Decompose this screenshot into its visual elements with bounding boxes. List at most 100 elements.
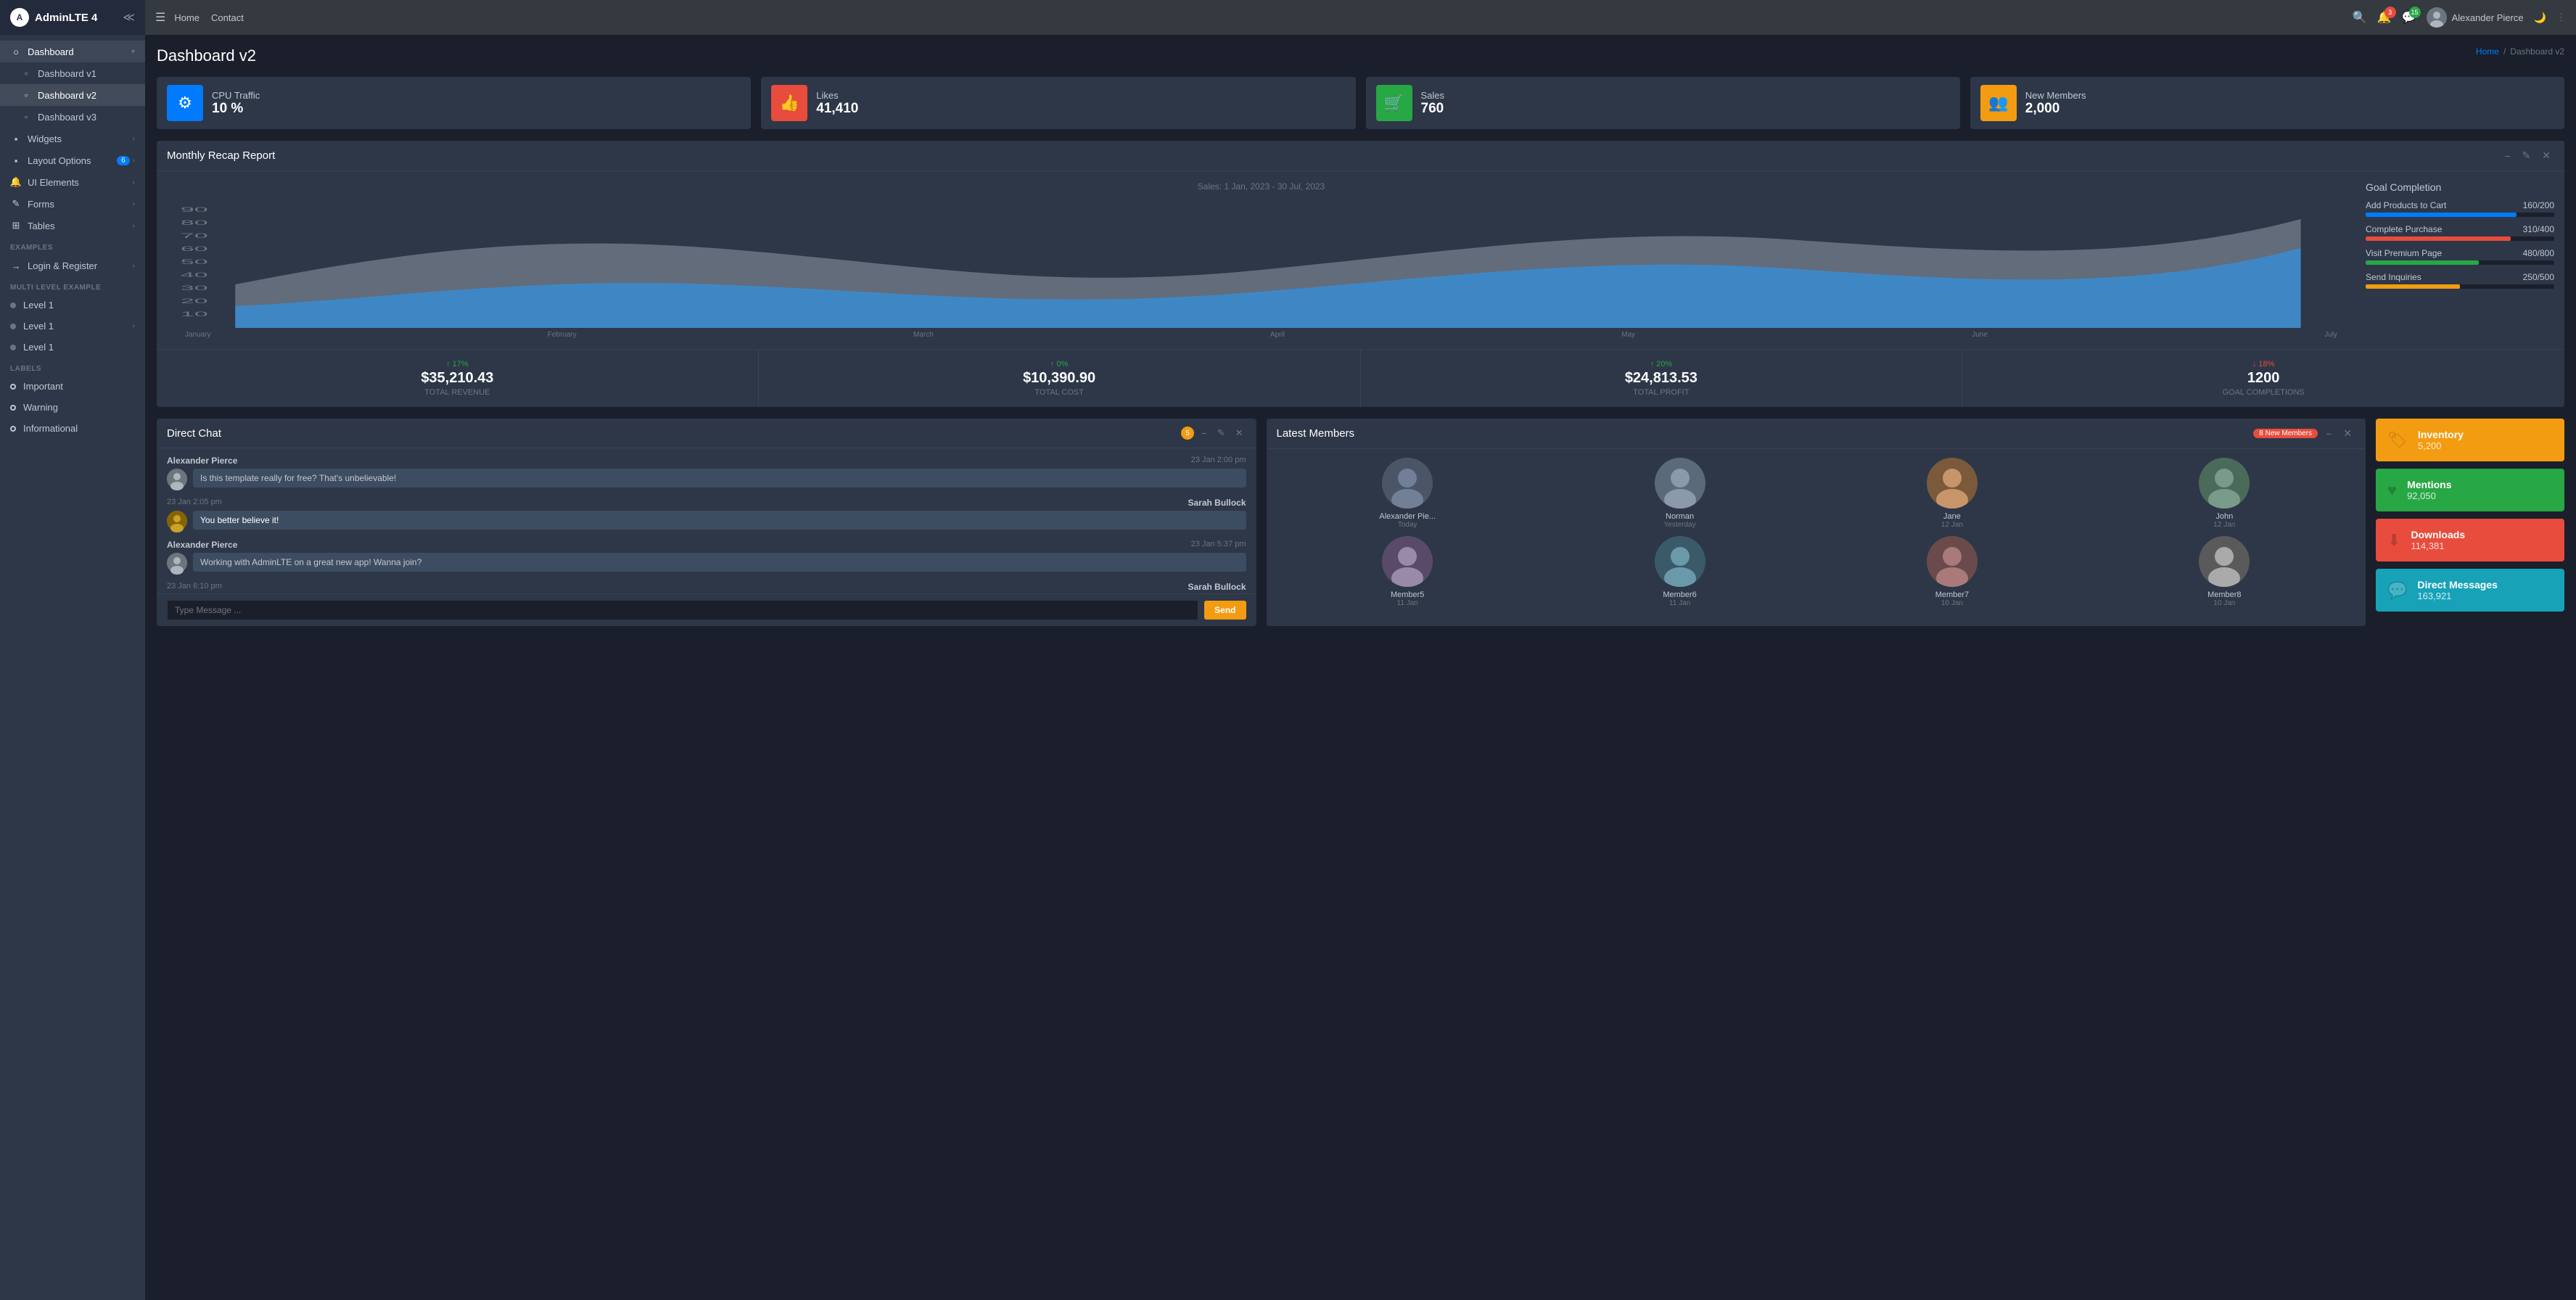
direct-messages-label: Direct Messages (2417, 579, 2553, 591)
msg0-avatar (167, 469, 187, 489)
chat-send-btn[interactable]: Send (1204, 601, 1246, 620)
sidebar-collapse-btn[interactable]: ≪ (123, 10, 135, 25)
member-3-avatar (2199, 458, 2250, 509)
chat-badge: 5 (1181, 427, 1194, 440)
members-close-btn[interactable]: ✕ (2340, 426, 2355, 441)
member-0-avatar (1382, 458, 1433, 509)
card-close-btn[interactable]: ✕ (2538, 148, 2554, 163)
card-minimize-btn[interactable]: − (2501, 149, 2514, 163)
dashboard-v1-label: Dashboard v1 (38, 68, 135, 79)
sidebar: A AdminLTE 4 ≪ ○ Dashboard ▾ ○ Dashboard… (0, 0, 145, 1300)
card-settings-btn[interactable]: ✎ (2519, 148, 2535, 163)
layout-badge: 6 (117, 156, 130, 165)
member-7[interactable]: Member8 10 Jan (2092, 536, 2357, 607)
topbar-messages-btn[interactable]: 💬 15 (2402, 10, 2416, 25)
inventory-value: 5,200 (2418, 440, 2553, 451)
sidebar-item-ui-elements[interactable]: 🔔 UI Elements › (0, 171, 145, 193)
svg-text:80: 80 (181, 219, 208, 226)
sidebar-item-dashboard-v3[interactable]: ○ Dashboard v3 (0, 106, 145, 128)
monthly-report-header: Monthly Recap Report − ✎ ✕ (157, 141, 2564, 171)
tables-label: Tables (28, 221, 133, 231)
widget-inventory[interactable]: 🏷 Inventory 5,200 (2376, 419, 2564, 461)
topbar-menu-btn[interactable]: ☰ (155, 10, 165, 25)
chat-input-area: Send (157, 593, 1256, 626)
chat-minimize-btn[interactable]: − (1198, 427, 1210, 440)
member-2-name: Jane (1819, 512, 2084, 521)
mentions-icon: ♥ (2387, 481, 2397, 500)
member-7-name: Member8 (2092, 591, 2357, 599)
sidebar-item-warning[interactable]: Warning (0, 397, 145, 418)
topbar-user[interactable]: Alexander Pierce (2427, 7, 2524, 28)
chart-wrapper: Sales: 1 Jan, 2023 - 30 Jul, 2023 90 80 … (167, 181, 2554, 339)
member-3[interactable]: John 12 Jan (2092, 458, 2357, 529)
topbar-search-btn[interactable]: 🔍 (2353, 10, 2367, 25)
sidebar-item-level1-b[interactable]: Level 1 › (0, 316, 145, 337)
sidebar-item-forms[interactable]: ✎ Forms › (0, 193, 145, 215)
goal-2-fill (2366, 260, 2479, 265)
chat-message-3: 23 Jan 6:10 pm Sarah Bullock (167, 582, 1246, 593)
widget-direct-messages[interactable]: 💬 Direct Messages 163,921 (2376, 569, 2564, 612)
member-1-date: Yesterday (1547, 521, 1812, 529)
chat-message-input[interactable] (167, 600, 1198, 620)
member-5[interactable]: Member6 11 Jan (1547, 536, 1812, 607)
goal-completion: Goal Completion Add Products to Cart 160… (2366, 181, 2554, 339)
topbar-nav-contact[interactable]: Contact (211, 12, 244, 23)
sidebar-item-layout-options[interactable]: ▪ Layout Options 6 › (0, 149, 145, 171)
breadcrumb-home[interactable]: Home (2476, 46, 2499, 57)
topbar-avatar (2427, 7, 2447, 28)
monthly-report-card: Monthly Recap Report − ✎ ✕ Sales: 1 Jan,… (157, 141, 2564, 407)
theme-toggle[interactable]: 🌙 (2534, 12, 2546, 24)
info-box-members[interactable]: 👥 New Members 2,000 (1970, 77, 2564, 129)
chart-main: Sales: 1 Jan, 2023 - 30 Jul, 2023 90 80 … (167, 181, 2355, 339)
inventory-label: Inventory (2418, 429, 2553, 440)
members-minimize-btn[interactable]: − (2322, 427, 2335, 441)
sidebar-item-dashboard[interactable]: ○ Dashboard ▾ (0, 41, 145, 62)
topbar-nav-home[interactable]: Home (174, 12, 199, 23)
chat-messages[interactable]: Alexander Pierce 23 Jan 2:00 pm Is this … (157, 448, 1256, 593)
topbar-more[interactable]: ⋮ (2556, 12, 2566, 23)
chat-edit-btn[interactable]: ✎ (1214, 426, 1228, 440)
member-1[interactable]: Norman Yesterday (1547, 458, 1812, 529)
bottom-grid: Direct Chat 5 − ✎ ✕ Alexander Pierce 23 … (157, 419, 2564, 626)
ui-label: UI Elements (28, 177, 133, 188)
info-boxes: ⚙ CPU Traffic 10 % 👍 Likes 41,410 🛒 Sale… (157, 77, 2564, 129)
members-title: Latest Members (1277, 427, 1355, 440)
goal-item-0: Add Products to Cart 160/200 (2366, 200, 2554, 217)
goal-1-text: 310/400 (2523, 224, 2554, 234)
sidebar-item-tables[interactable]: ⊞ Tables › (0, 215, 145, 236)
sidebar-item-login[interactable]: → Login & Register › (0, 255, 145, 276)
goal-3-bar (2366, 284, 2554, 289)
info-box-likes[interactable]: 👍 Likes 41,410 (761, 77, 1355, 129)
member-2[interactable]: Jane 12 Jan (1819, 458, 2084, 529)
sidebar-item-dashboard-v2[interactable]: ○ Dashboard v2 (0, 84, 145, 106)
sidebar-item-level1-a[interactable]: Level 1 (0, 295, 145, 316)
member-4[interactable]: Member5 11 Jan (1275, 536, 1540, 607)
chart-subtitle: Sales: 1 Jan, 2023 - 30 Jul, 2023 (167, 181, 2355, 192)
topbar-nav: Home Contact (174, 12, 244, 23)
members-grid: Alexander Pie... Today Norman Yesterday (1267, 449, 2366, 616)
level1c-label: Level 1 (23, 342, 135, 353)
info-box-sales[interactable]: 🛒 Sales 760 (1366, 77, 1960, 129)
sidebar-item-level1-c[interactable]: Level 1 (0, 337, 145, 358)
x-label-mar: March (913, 331, 934, 339)
info-box-cpu[interactable]: ⚙ CPU Traffic 10 % (157, 77, 751, 129)
sidebar-item-informational[interactable]: Informational (0, 418, 145, 439)
likes-label: Likes (816, 90, 1345, 101)
chat-message-1: 23 Jan 2:05 pm Sarah Bullock You better … (167, 498, 1246, 531)
sidebar-item-dashboard-v1[interactable]: ○ Dashboard v1 (0, 62, 145, 84)
sidebar-item-widgets[interactable]: ▪ Widgets › (0, 128, 145, 149)
chat-message-2: Alexander Pierce 23 Jan 5:37 pm Working … (167, 540, 1246, 573)
level1c-dot (10, 345, 16, 350)
widget-downloads[interactable]: ⬇ Downloads 114,381 (2376, 519, 2564, 561)
member-0[interactable]: Alexander Pie... Today (1275, 458, 1540, 529)
member-6[interactable]: Member7 10 Jan (1819, 536, 2084, 607)
widget-mentions[interactable]: ♥ Mentions 92,050 (2376, 469, 2564, 511)
profit-label: TOTAL PROFIT (1371, 388, 1952, 397)
level1b-dot (10, 324, 16, 329)
sidebar-item-important[interactable]: Important (0, 376, 145, 397)
topbar-notifications-btn[interactable]: 🔔 3 (2377, 10, 2392, 25)
goal-2-label: Visit Premium Page (2366, 248, 2442, 258)
chat-close-btn[interactable]: ✕ (1233, 426, 1246, 440)
topbar: ☰ Home Contact 🔍 🔔 3 💬 15 (145, 0, 2576, 35)
brand-logo: A (10, 8, 29, 27)
